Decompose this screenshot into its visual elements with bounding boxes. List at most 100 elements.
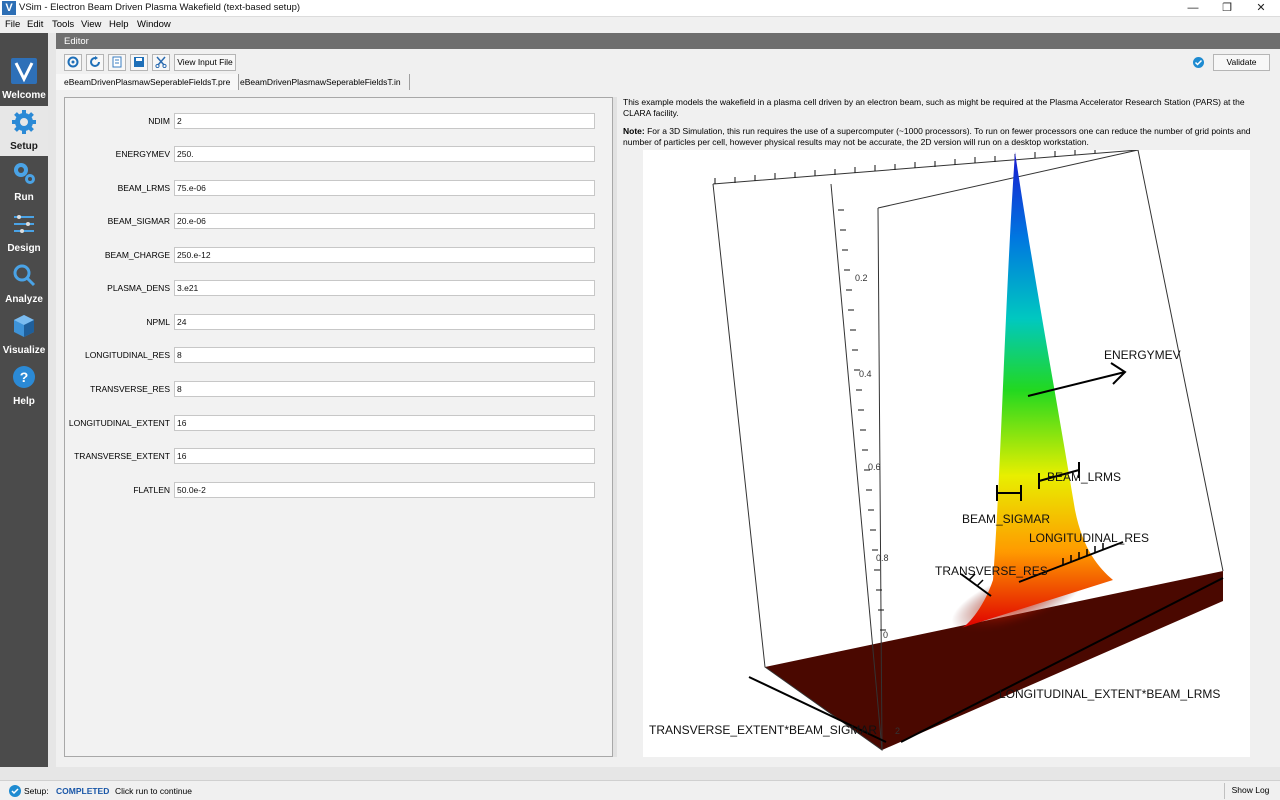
view-input-file-button[interactable]: View Input File — [174, 54, 236, 71]
note-body: For a 3D Simulation, this run requires t… — [623, 126, 1251, 147]
nav-visualize[interactable]: Visualize — [0, 310, 48, 360]
param-label: BEAM_CHARGE — [104, 250, 170, 260]
save-button[interactable] — [130, 54, 148, 71]
label-beam-lrms: BEAM_LRMS — [1047, 470, 1121, 484]
nav-analyze[interactable]: Analyze — [0, 259, 48, 309]
menu-edit[interactable]: Edit — [27, 19, 43, 30]
nav-label-welcome: Welcome — [2, 90, 46, 101]
param-input-energymev[interactable] — [174, 146, 595, 162]
param-label: FLATLEN — [133, 485, 170, 495]
menu-window[interactable]: Window — [137, 19, 171, 30]
param-input-plasma-dens[interactable] — [174, 280, 595, 296]
menu-tools[interactable]: Tools — [52, 19, 74, 30]
status-bar: Setup: COMPLETED Click run to continue S… — [0, 780, 1280, 800]
param-input-longitudinal-res[interactable] — [174, 347, 595, 363]
param-label: NPML — [146, 317, 170, 327]
param-input-beam-lrms[interactable] — [174, 180, 595, 196]
parameter-form: NDIM ENERGYMEV BEAM_LRMS BEAM_SIGMAR BEA… — [64, 97, 613, 757]
nav-label-analyze: Analyze — [5, 294, 43, 305]
axis-tick-label: 0 — [883, 630, 888, 640]
param-input-ndim[interactable] — [174, 113, 595, 129]
axis-tick-label: 0.4 — [859, 369, 872, 379]
param-row: PLASMA_DENS — [65, 280, 614, 296]
editor-header: Editor — [56, 33, 1280, 49]
axis-tick-label: 2 — [895, 726, 900, 736]
param-row: BEAM_SIGMAR — [65, 213, 614, 229]
save-icon — [134, 57, 144, 67]
refresh-button[interactable] — [86, 54, 104, 71]
vsim-logo-icon — [11, 58, 37, 84]
nav-setup[interactable]: Setup — [0, 106, 48, 156]
beam-peak — [961, 152, 1113, 628]
status-label: Setup: — [24, 786, 49, 796]
param-input-beam-charge[interactable] — [174, 247, 595, 263]
param-row: TRANSVERSE_RES — [65, 381, 614, 397]
note-label: Note: — [623, 126, 645, 136]
document-button[interactable] — [108, 54, 126, 71]
description-note: Note: For a 3D Simulation, this run requ… — [623, 126, 1271, 148]
show-log-button[interactable]: Show Log — [1224, 783, 1276, 799]
param-row: FLATLEN — [65, 482, 614, 498]
scissors-button[interactable] — [152, 54, 170, 71]
validate-button[interactable]: Validate — [1213, 54, 1270, 71]
title-bar: V VSim - Electron Beam Driven Plasma Wak… — [0, 0, 1280, 17]
sidebar-nav: Welcome Setup Run Design Analyze Visuali… — [0, 33, 48, 767]
param-row: NPML — [65, 314, 614, 330]
tab-in-file[interactable]: eBeamDrivenPlasmawSeperableFieldsT.in — [232, 74, 410, 90]
menu-view[interactable]: View — [81, 19, 101, 30]
label-transverse-res: TRANSVERSE_RES — [935, 564, 1048, 578]
nav-run[interactable]: Run — [0, 157, 48, 207]
tab-pre-file[interactable]: eBeamDrivenPlasmawSeperableFieldsT.pre — [56, 74, 240, 90]
param-label: LONGITUDINAL_EXTENT — [68, 418, 170, 428]
document-icon — [112, 56, 122, 68]
status-message: Click run to continue — [115, 786, 193, 796]
minimize-button[interactable]: — — [1176, 0, 1210, 17]
refresh-icon — [90, 56, 100, 67]
menu-bar: File Edit Tools View Help Window — [0, 17, 1280, 33]
param-label: TRANSVERSE_EXTENT — [74, 451, 170, 461]
reload-button[interactable] — [64, 54, 82, 71]
window-title: VSim - Electron Beam Driven Plasma Wakef… — [19, 2, 301, 13]
maximize-button[interactable]: ❐ — [1210, 0, 1244, 17]
param-input-flatlen[interactable] — [174, 482, 595, 498]
param-row: LONGITUDINAL_EXTENT — [65, 415, 614, 431]
nav-label-setup: Setup — [10, 141, 38, 152]
menu-file[interactable]: File — [5, 19, 20, 30]
axis-tick-label: 0.6 — [868, 462, 881, 472]
param-label: LONGITUDINAL_RES — [84, 350, 170, 360]
menu-help[interactable]: Help — [109, 19, 129, 30]
param-input-beam-sigmar[interactable] — [174, 213, 595, 229]
label-energymev: ENERGYMEV — [1104, 348, 1181, 362]
wakefield-3d-diagram: 0.2 0.4 0.6 0.8 0 2 ENERGYMEV BEAM_LRMS … — [649, 149, 1224, 751]
param-label: ENERGYMEV — [115, 149, 170, 159]
scissors-icon — [155, 56, 167, 68]
param-label: TRANSVERSE_RES — [90, 384, 170, 394]
label-longitudinal-extent: LONGITUDINAL_EXTENT*BEAM_LRMS — [999, 687, 1220, 701]
param-row: TRANSVERSE_EXTENT — [65, 448, 614, 464]
wakefield-figure: 0.2 0.4 0.6 0.8 0 2 ENERGYMEV BEAM_LRMS … — [643, 149, 1250, 757]
param-input-longitudinal-extent[interactable] — [174, 415, 595, 431]
description-intro: This example models the wakefield in a p… — [623, 97, 1245, 118]
label-transverse-extent: TRANSVERSE_EXTENT*BEAM_SIGMAR — [649, 723, 877, 737]
nav-welcome[interactable]: Welcome — [0, 55, 48, 105]
param-input-npml[interactable] — [174, 314, 595, 330]
nav-label-help: Help — [13, 396, 35, 407]
question-icon: ? — [13, 366, 35, 388]
validation-check-icon — [1193, 57, 1204, 68]
nav-design[interactable]: Design — [0, 208, 48, 258]
reload-icon — [67, 56, 79, 68]
nav-label-run: Run — [14, 192, 34, 203]
app-icon: V — [2, 1, 16, 15]
param-input-transverse-extent[interactable] — [174, 448, 595, 464]
param-row: BEAM_CHARGE — [65, 247, 614, 263]
nav-help[interactable]: ? Help — [0, 361, 48, 411]
status-state: COMPLETED — [56, 786, 110, 796]
param-row: LONGITUDINAL_RES — [65, 347, 614, 363]
label-longitudinal-res: LONGITUDINAL_RES — [1029, 531, 1149, 545]
param-input-transverse-res[interactable] — [174, 381, 595, 397]
close-button[interactable]: ✕ — [1244, 0, 1278, 17]
nav-label-design: Design — [7, 243, 41, 254]
status-separator — [0, 767, 1280, 780]
param-label: BEAM_SIGMAR — [107, 216, 170, 226]
sidebar-splitter[interactable] — [48, 33, 56, 767]
